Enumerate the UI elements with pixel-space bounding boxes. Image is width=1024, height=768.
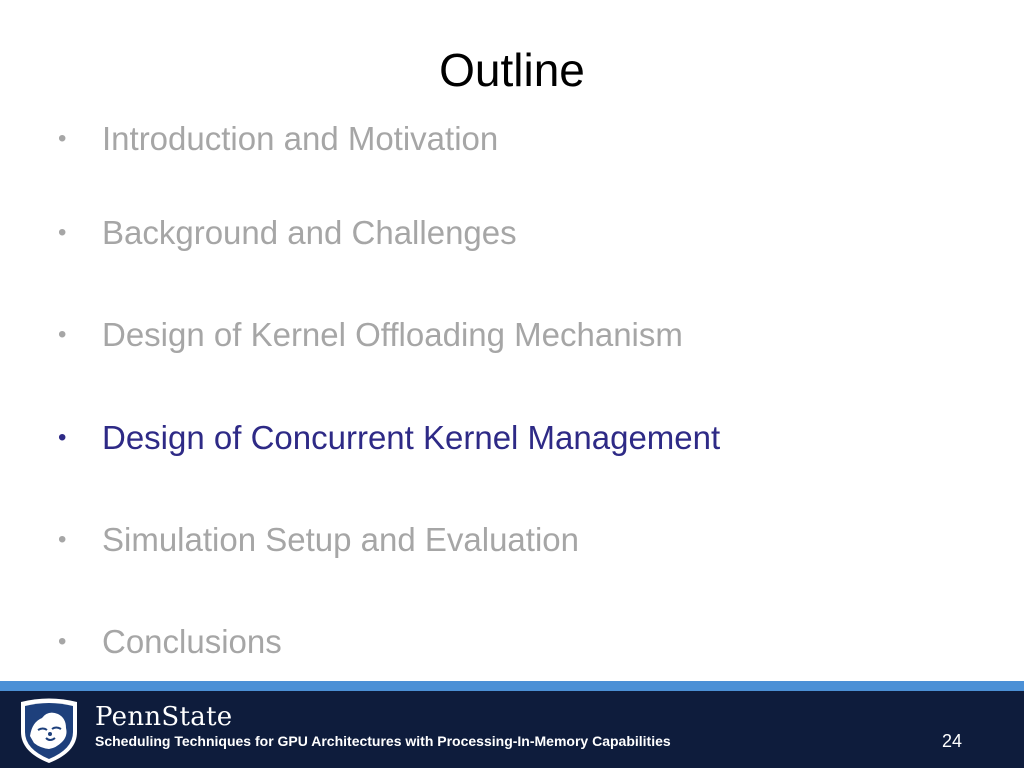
footer-bar: PennState Scheduling Techniques for GPU … bbox=[0, 691, 1024, 768]
bullet: • bbox=[58, 125, 67, 152]
slide: Outline • Introduction and Motivation • … bbox=[0, 0, 1024, 768]
outline-item-label: Design of Kernel Offloading Mechanism bbox=[102, 316, 683, 353]
outline-item-kernel-offloading: • Design of Kernel Offloading Mechanism bbox=[56, 313, 683, 357]
outline-item-concurrent-kernel: • Design of Concurrent Kernel Management bbox=[56, 416, 720, 460]
outline-item-introduction: • Introduction and Motivation bbox=[56, 117, 498, 161]
outline-item-label: Background and Challenges bbox=[102, 214, 517, 251]
outline-item-label: Simulation Setup and Evaluation bbox=[102, 521, 579, 558]
brand-wordmark: PennState bbox=[95, 702, 233, 732]
footer-subtitle: Scheduling Techniques for GPU Architectu… bbox=[95, 733, 671, 749]
outline-item-conclusions: • Conclusions bbox=[56, 620, 282, 664]
page-number: 24 bbox=[941, 731, 963, 751]
bullet: • bbox=[58, 628, 67, 655]
footer-stripe bbox=[0, 681, 1024, 691]
outline-item-background: • Background and Challenges bbox=[56, 211, 517, 255]
bullet: • bbox=[58, 526, 67, 553]
outline-item-label: Design of Concurrent Kernel Management bbox=[102, 419, 721, 456]
nittany-lion-shield-icon bbox=[21, 698, 77, 763]
slide-title: Outline bbox=[439, 44, 585, 96]
outline-item-simulation: • Simulation Setup and Evaluation bbox=[56, 518, 579, 562]
bullet: • bbox=[58, 219, 67, 246]
outline-item-label: Introduction and Motivation bbox=[102, 120, 499, 157]
bullet: • bbox=[58, 321, 67, 348]
bullet: • bbox=[58, 424, 67, 451]
outline-item-label: Conclusions bbox=[102, 623, 282, 660]
